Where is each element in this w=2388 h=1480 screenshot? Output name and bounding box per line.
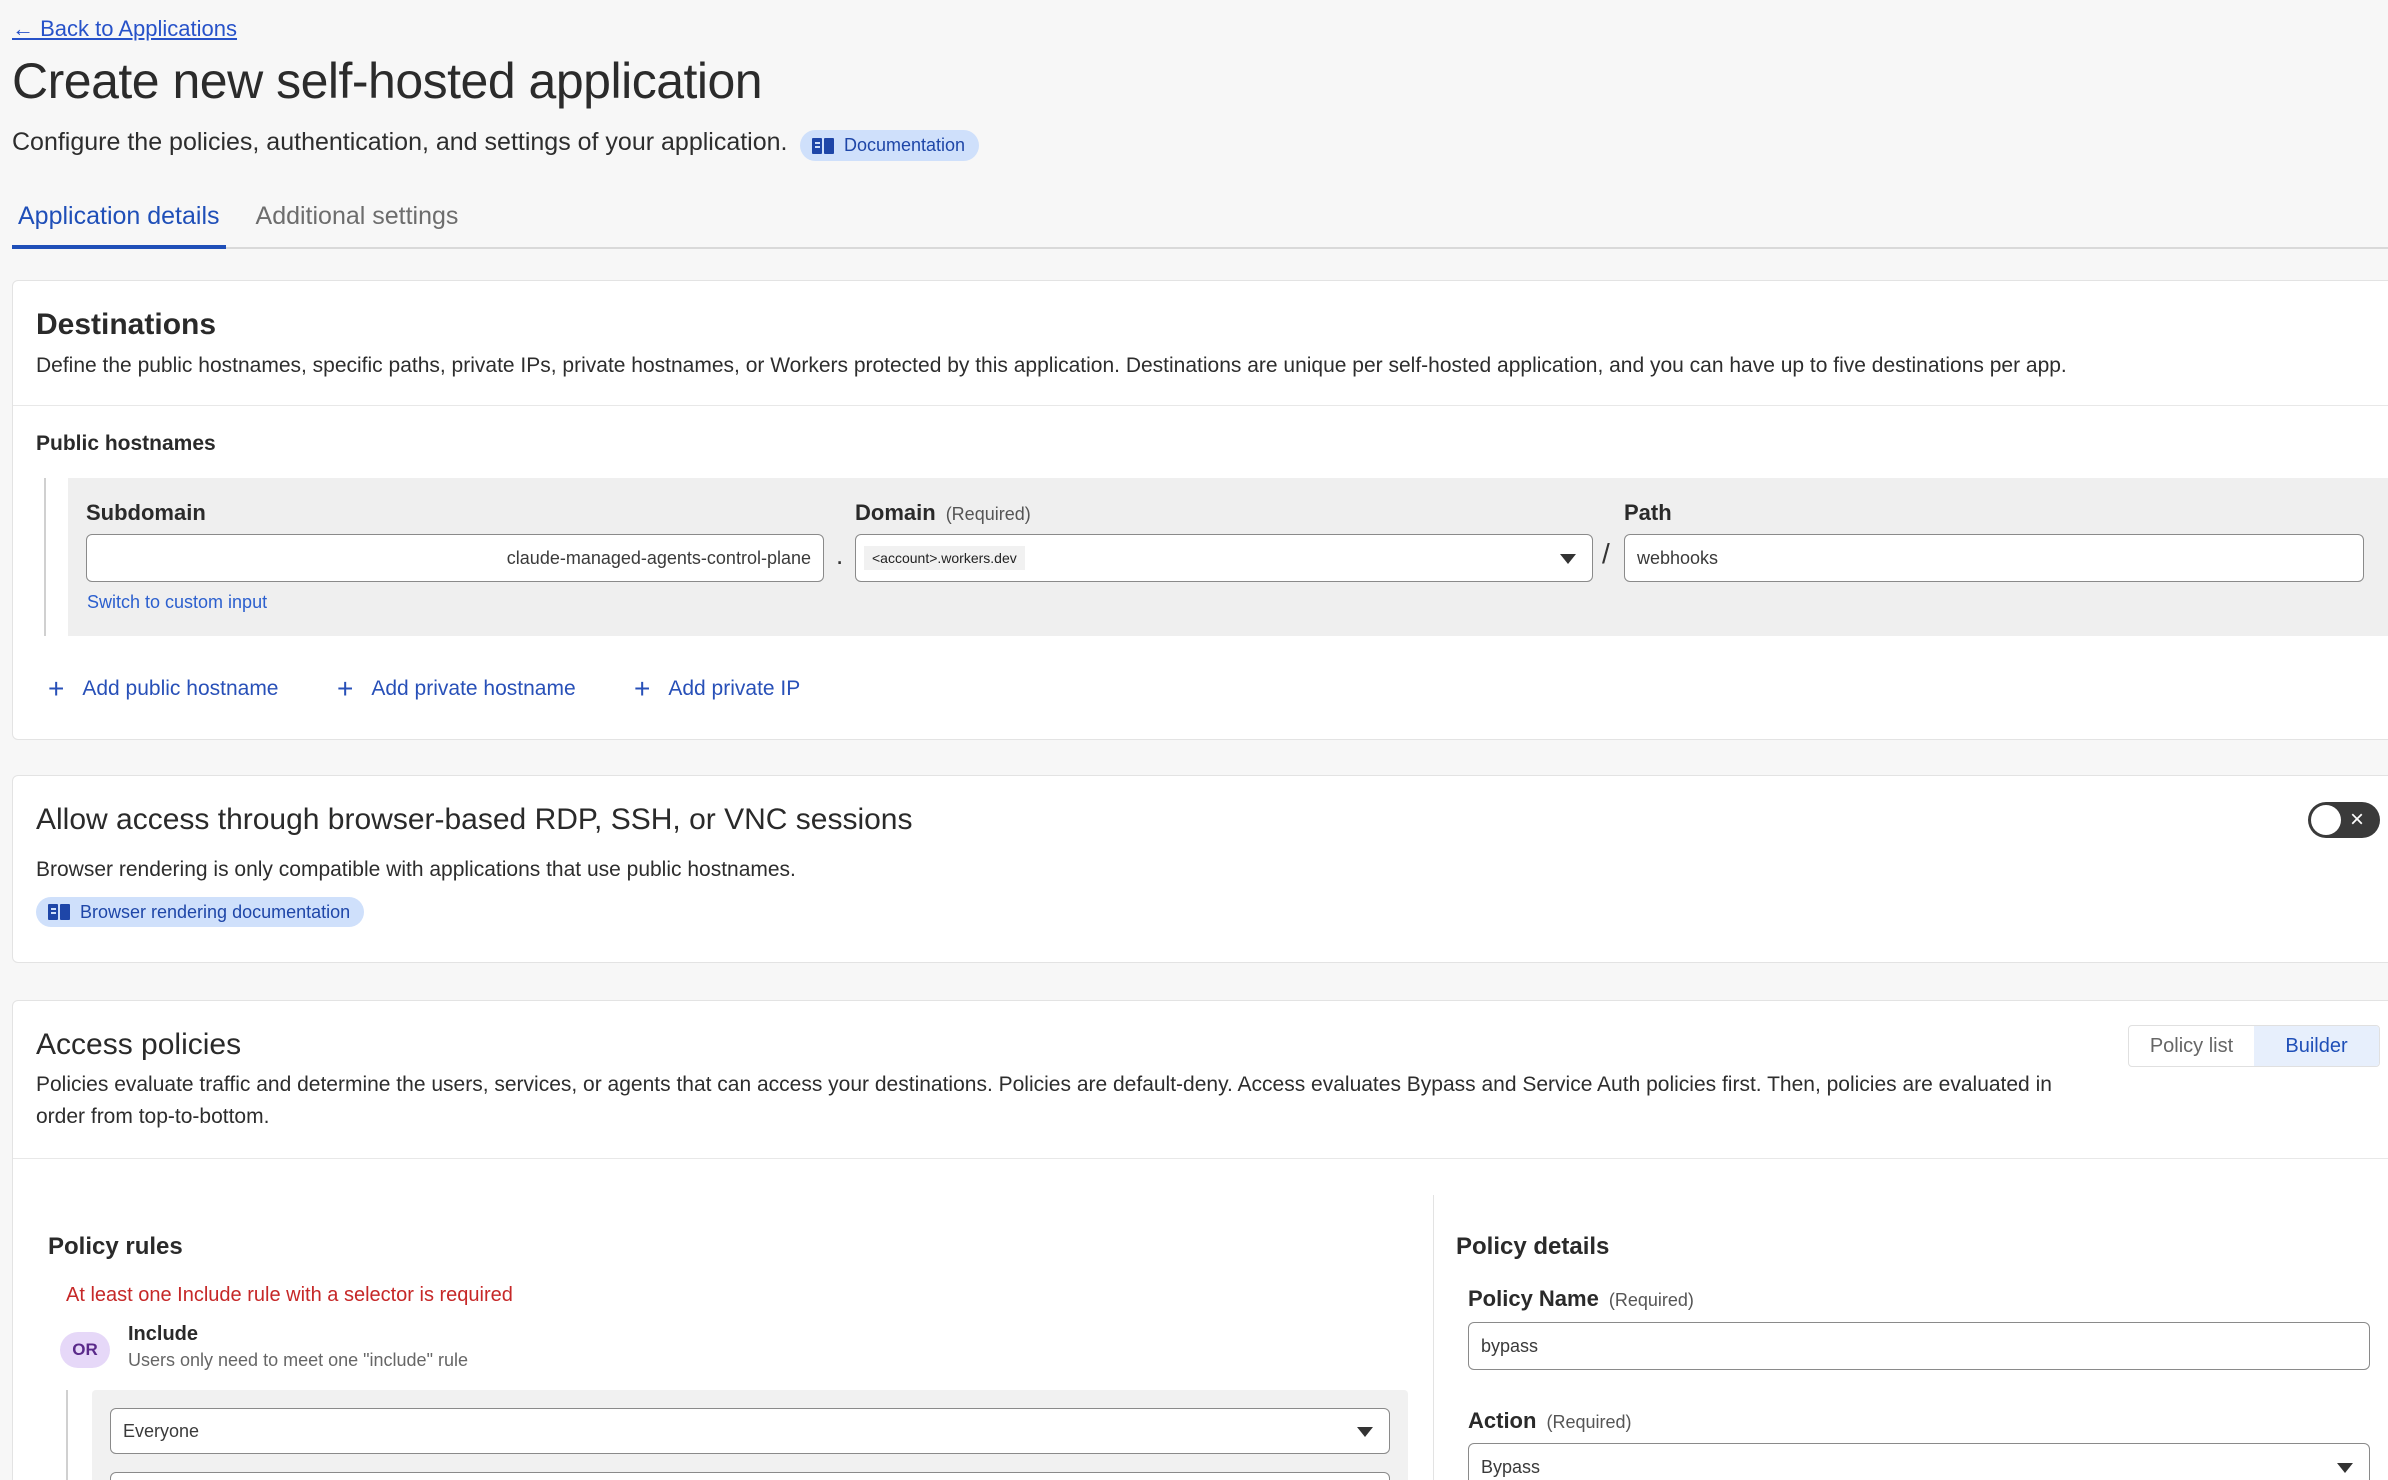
domain-value: <account>.workers.dev <box>864 546 1025 570</box>
subdomain-label: Subdomain <box>86 500 206 525</box>
destinations-title: Destinations <box>36 308 217 341</box>
dot-separator: . <box>836 540 844 570</box>
domain-required: (Required) <box>945 504 1031 524</box>
policy-details-title: Policy details <box>1456 1233 1610 1260</box>
destinations-description: Define the public hostnames, specific pa… <box>36 354 2067 377</box>
builder-option[interactable]: Builder <box>2254 1026 2379 1066</box>
action-label-wrap: Action (Required) <box>1468 1408 1632 1434</box>
switch-to-custom-input-link[interactable]: Switch to custom input <box>87 592 267 613</box>
plus-icon: + <box>634 673 651 704</box>
policy-view-toggle: Policy list Builder <box>2128 1025 2380 1067</box>
policy-name-label-wrap: Policy Name (Required) <box>1468 1286 1694 1312</box>
include-selector[interactable]: Everyone <box>110 1408 1390 1454</box>
subdomain-input[interactable]: claude-managed-agents-control-plane <box>86 534 824 582</box>
documentation-link[interactable]: Documentation <box>800 130 980 161</box>
plus-icon: + <box>48 673 65 704</box>
add-public-hostname-label: Add public hostname <box>82 677 279 700</box>
or-badge: OR <box>60 1332 110 1368</box>
browser-rendering-doc-link[interactable]: Browser rendering documentation <box>36 897 365 927</box>
include-selector-value: Everyone <box>123 1420 200 1441</box>
policy-column-divider <box>1433 1195 1434 1480</box>
add-private-ip-button[interactable]: + Add private IP <box>634 675 800 703</box>
page-subtitle: Configure the policies, authentication, … <box>12 128 788 156</box>
subdomain-value: claude-managed-agents-control-plane <box>506 547 811 568</box>
access-policies-title: Access policies <box>36 1028 242 1061</box>
path-label: Path <box>1624 500 1672 525</box>
action-select[interactable]: Bypass <box>1468 1443 2370 1480</box>
toggle-knob <box>2311 805 2341 835</box>
browser-rendering-toggle[interactable]: × <box>2308 802 2380 838</box>
domain-label-wrap: Domain (Required) <box>855 500 1031 526</box>
add-private-ip-label: Add private IP <box>668 677 801 700</box>
documentation-label: Documentation <box>844 135 966 155</box>
path-input[interactable]: webhooks <box>1624 534 2364 582</box>
policy-name-value: bypass <box>1481 1335 1539 1356</box>
policy-name-required: (Required) <box>1608 1290 1694 1310</box>
action-required: (Required) <box>1546 1412 1632 1432</box>
add-public-hostname-button[interactable]: + Add public hostname <box>48 675 279 703</box>
policy-name-input[interactable]: bypass <box>1468 1322 2370 1370</box>
policy-list-option[interactable]: Policy list <box>2129 1026 2254 1066</box>
add-private-hostname-button[interactable]: + Add private hostname <box>337 675 576 703</box>
policy-name-label: Policy Name <box>1468 1286 1599 1311</box>
add-private-hostname-label: Add private hostname <box>371 677 576 700</box>
browser-rendering-doc-label: Browser rendering documentation <box>80 901 351 922</box>
book-icon <box>48 904 70 920</box>
include-subtitle: Users only need to meet one "include" ru… <box>128 1350 468 1370</box>
close-icon: × <box>2350 806 2365 833</box>
destinations-divider <box>13 405 2388 406</box>
domain-label: Domain <box>855 500 936 525</box>
public-hostnames-label: Public hostnames <box>36 432 216 455</box>
access-divider <box>13 1158 2388 1159</box>
chevron-down-icon <box>2337 1463 2353 1473</box>
include-title: Include <box>128 1323 199 1345</box>
book-icon <box>812 137 834 154</box>
plus-icon: + <box>337 673 354 704</box>
tab-application-details[interactable]: Application details <box>12 196 226 249</box>
page-title: Create new self-hosted application <box>12 53 763 109</box>
browser-rendering-title: Allow access through browser-based RDP, … <box>36 803 913 836</box>
hostname-rail <box>44 478 46 636</box>
action-label: Action <box>1468 1408 1537 1433</box>
include-rail <box>66 1390 68 1480</box>
path-value: webhooks <box>1637 547 1719 568</box>
chevron-down-icon <box>1560 554 1576 564</box>
action-value: Bypass <box>1481 1456 1541 1477</box>
access-policies-description: Policies evaluate traffic and determine … <box>36 1073 2052 1128</box>
domain-select[interactable]: <account>.workers.dev <box>855 534 1593 582</box>
policy-rules-title: Policy rules <box>48 1233 183 1260</box>
back-to-applications-link[interactable]: ← Back to Applications <box>12 16 237 42</box>
chevron-down-icon <box>1357 1427 1373 1437</box>
browser-rendering-description: Browser rendering is only compatible wit… <box>36 858 796 881</box>
include-second-selector[interactable] <box>110 1472 1390 1480</box>
slash-separator: / <box>1602 538 1610 569</box>
tab-bar: Application details Additional settings <box>12 196 2388 249</box>
tab-additional-settings[interactable]: Additional settings <box>250 196 465 249</box>
include-rule-error: At least one Include rule with a selecto… <box>66 1284 513 1306</box>
